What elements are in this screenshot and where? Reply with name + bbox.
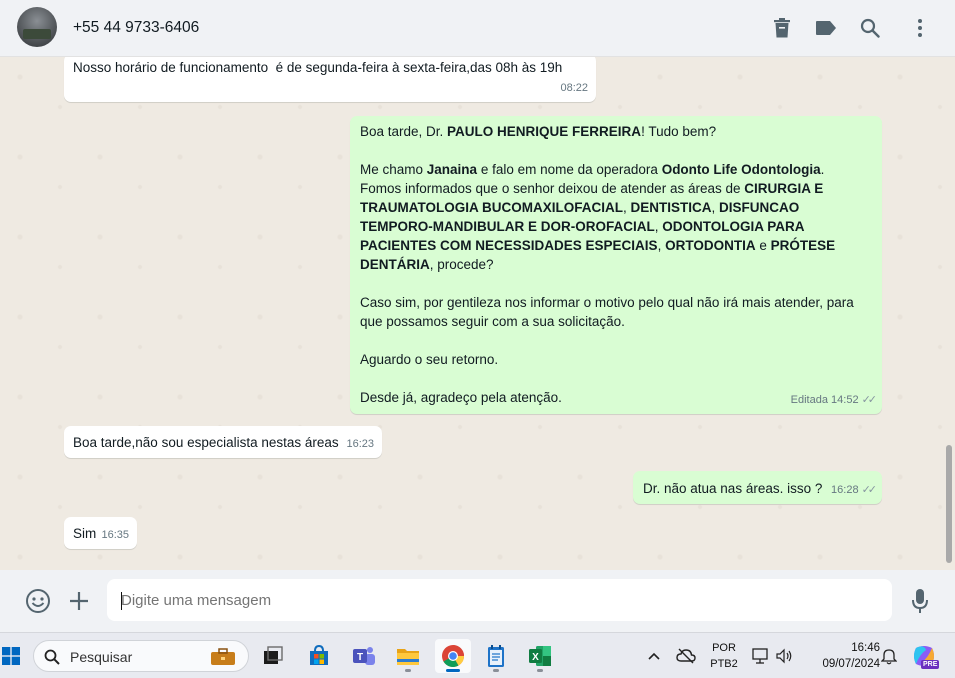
message-time: 14:52 [831,394,859,406]
file-explorer-icon[interactable] [391,639,425,673]
windows-taskbar: Pesquisar T X POR PTB2 16:46 09/07/2024 … [0,632,955,678]
notepad-icon[interactable] [479,639,513,673]
message-text: Boa tarde,não sou especialista nestas ár… [73,435,339,450]
search-placeholder: Pesquisar [70,649,133,665]
active-indicator [446,669,460,672]
message-text: Nosso horário de funcionamento é de segu… [73,60,563,75]
running-indicator [405,669,411,672]
message-input[interactable] [107,579,892,621]
emoji-icon[interactable] [24,587,52,615]
task-view-icon[interactable] [256,639,290,673]
message-time: 08:22 [560,82,588,94]
text-caret [121,592,122,610]
trash-icon[interactable] [770,16,794,40]
message-incoming[interactable]: Sim 16:35 [64,517,137,549]
message-meta: 16:28 ✓✓ [831,481,878,500]
running-indicator [493,669,499,672]
taskbar-search[interactable]: Pesquisar [33,640,249,672]
network-icon[interactable] [750,639,772,673]
message-outgoing[interactable]: Dr. não atua nas áreas. isso ? 16:28 ✓✓ [633,471,882,504]
message-text: Sim [73,526,97,541]
store-icon[interactable] [302,639,336,673]
notification-bell-icon[interactable] [878,639,900,673]
keyboard-language[interactable]: POR PTB2 [704,640,744,672]
chat-header: +55 44 9733-6406 [0,0,955,57]
message-text: Boa tarde, Dr. PAULO HENRIQUE FERREIRA! … [360,124,854,405]
message-composer [0,570,955,632]
windows-start-icon[interactable] [0,639,22,673]
chat-scrollbar[interactable] [946,445,952,563]
menu-dots-icon[interactable] [908,16,932,40]
edited-label: Editada [790,394,828,406]
contact-name[interactable]: +55 44 9733-6406 [73,19,199,37]
read-ticks-icon: ✓✓ [861,484,878,496]
chat-area[interactable]: Nosso horário de funcionamento é de segu… [0,57,955,570]
volume-icon[interactable] [773,639,795,673]
briefcase-icon [211,648,235,665]
svg-text:X: X [532,652,539,663]
message-outgoing[interactable]: Boa tarde, Dr. PAULO HENRIQUE FERREIRA! … [350,116,882,414]
message-time: 16:35 [101,529,129,541]
tag-icon[interactable] [814,16,838,40]
system-clock[interactable]: 16:46 09/07/2024 [804,640,880,672]
search-icon[interactable] [858,16,882,40]
teams-icon[interactable]: T [347,639,381,673]
copilot-icon[interactable]: PRE [910,639,940,673]
read-ticks-icon: ✓✓ [861,394,878,406]
onedrive-offline-icon[interactable] [674,639,698,673]
excel-icon[interactable]: X [523,639,557,673]
chevron-up-icon[interactable] [644,639,664,673]
search-icon [44,649,60,665]
running-indicator [537,669,543,672]
message-incoming[interactable]: Nosso horário de funcionamento é de segu… [64,57,596,102]
svg-text:T: T [357,652,363,663]
chrome-icon[interactable] [435,639,471,673]
message-time: 16:23 [346,438,374,450]
message-time: 16:28 [831,484,859,496]
message-text: Dr. não atua nas áreas. isso ? [643,481,823,496]
contact-avatar[interactable] [17,7,57,47]
message-incoming[interactable]: Boa tarde,não sou especialista nestas ár… [64,426,382,458]
plus-icon[interactable] [65,587,93,615]
preview-badge: PRE [921,660,940,669]
microphone-icon[interactable] [906,587,934,615]
message-meta: Editada 14:52 ✓✓ [790,391,878,410]
